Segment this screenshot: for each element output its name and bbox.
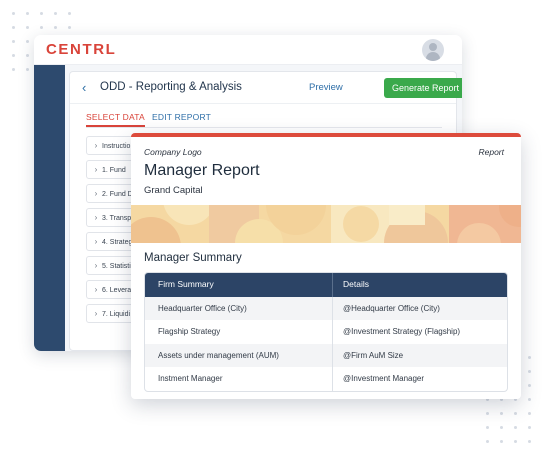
chevron-right-icon: › xyxy=(94,261,98,270)
chevron-right-icon: › xyxy=(94,309,98,318)
table-row: Headquarter Office (City) @Headquarter O… xyxy=(145,296,507,320)
report-subtitle: Grand Capital xyxy=(144,185,203,196)
report-banner xyxy=(131,205,521,243)
report-label: Report xyxy=(478,147,504,157)
section-label: 7. Liquidi xyxy=(102,311,131,318)
table-cell: Flagship Strategy xyxy=(145,320,333,344)
chevron-right-icon: › xyxy=(94,141,98,150)
table-cell: @Investment Manager xyxy=(343,374,425,383)
table-row: Assets under management (AUM) @Firm AuM … xyxy=(145,343,507,367)
section-label: Instructio xyxy=(102,143,131,150)
chevron-right-icon: › xyxy=(94,213,98,222)
column-header: Details xyxy=(343,279,369,289)
report-title: Manager Report xyxy=(144,162,260,179)
section-label: 2. Fund D xyxy=(102,191,133,198)
table-cell: Instment Manager xyxy=(145,367,333,391)
table-row: Flagship Strategy @Investment Strategy (… xyxy=(145,320,507,344)
table-cell: Assets under management (AUM) xyxy=(145,343,333,367)
table-row: Instment Manager @Investment Manager xyxy=(145,367,507,391)
column-header: Firm Summary xyxy=(145,273,333,297)
tab-select-data[interactable]: SELECT DATA xyxy=(86,112,145,127)
brand-logo[interactable]: CENTRL xyxy=(46,41,116,58)
sidebar xyxy=(34,65,65,351)
page-title: ODD - Reporting & Analysis xyxy=(100,81,242,93)
chevron-right-icon: › xyxy=(94,165,98,174)
table-header: Firm Summary Details xyxy=(145,273,507,297)
summary-table: Firm Summary Details Headquarter Office … xyxy=(144,272,508,392)
table-cell: @Firm AuM Size xyxy=(343,350,404,360)
report-preview: Company Logo Report Manager Report Grand… xyxy=(131,133,521,399)
section-label: 1. Fund xyxy=(102,167,126,174)
user-avatar-icon[interactable] xyxy=(422,39,444,61)
chevron-right-icon: › xyxy=(94,237,98,246)
table-cell: @Investment Strategy (Flagship) xyxy=(343,327,461,336)
generate-report-button[interactable]: Generate Report xyxy=(384,78,462,98)
tab-edit-report[interactable]: EDIT REPORT xyxy=(152,112,211,122)
table-cell: @Headquarter Office (City) xyxy=(343,303,440,313)
section-label: 4. Strateg xyxy=(102,239,133,246)
section-title: Manager Summary xyxy=(144,252,242,264)
card-header: ‹ ODD - Reporting & Analysis Preview Gen… xyxy=(70,72,462,104)
preview-link[interactable]: Preview xyxy=(309,82,343,93)
section-label: 5. Statisti xyxy=(102,263,131,270)
chevron-right-icon: › xyxy=(94,189,98,198)
report-tabs: SELECT DATA EDIT REPORT xyxy=(86,112,442,128)
chevron-right-icon: › xyxy=(94,285,98,294)
back-arrow-icon[interactable]: ‹ xyxy=(82,80,86,95)
app-topbar: CENTRL xyxy=(34,35,462,65)
table-cell: Headquarter Office (City) xyxy=(145,296,333,320)
company-logo-placeholder: Company Logo xyxy=(144,147,202,157)
